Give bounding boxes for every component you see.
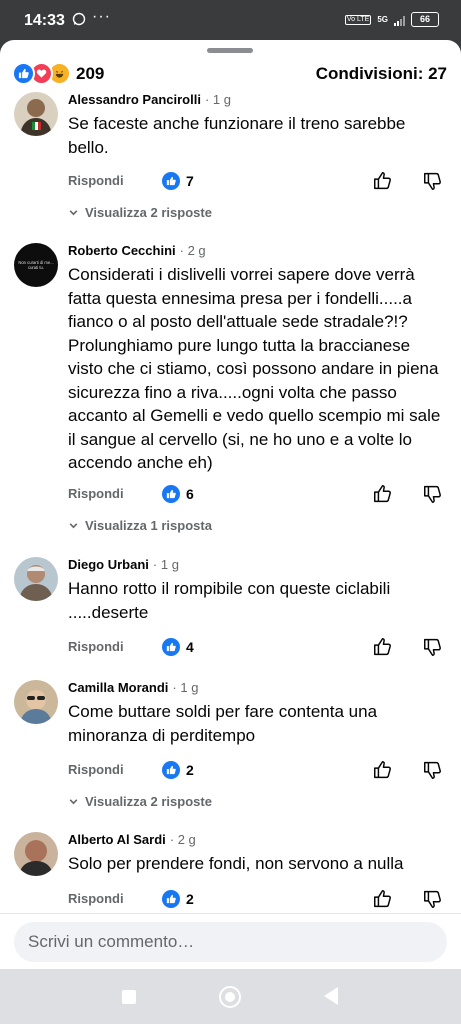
like-count-value: 4 xyxy=(186,639,194,655)
like-reaction-icon xyxy=(12,62,35,85)
comment-like-count[interactable]: 6 xyxy=(162,485,194,503)
like-icon xyxy=(162,761,180,779)
volte-icon: Vo LTE xyxy=(344,14,372,25)
reply-button[interactable]: Rispondi xyxy=(68,891,124,906)
back-button[interactable] xyxy=(324,987,338,1005)
svg-text:curati tu.: curati tu. xyxy=(28,265,44,270)
avatar[interactable] xyxy=(14,92,58,136)
comment-text: Solo per prendere fondi, non servono a n… xyxy=(68,854,404,873)
home-button[interactable] xyxy=(219,986,241,1008)
comment-like-count[interactable]: 7 xyxy=(162,172,194,190)
signal-icon xyxy=(394,14,405,26)
thumbs-down-icon[interactable] xyxy=(422,888,444,910)
status-time: 14:33 xyxy=(24,12,65,29)
shares-count[interactable]: Condivisioni: 27 xyxy=(316,64,447,84)
view-replies-button[interactable]: Visualizza 2 risposte xyxy=(68,205,212,220)
thumbs-up-icon[interactable] xyxy=(372,636,394,658)
system-navigation-bar xyxy=(0,969,461,1024)
comment-like-count[interactable]: 2 xyxy=(162,890,194,908)
comment-time: · 2 g xyxy=(179,243,206,258)
avatar[interactable] xyxy=(14,832,58,876)
comment-text: Hanno rotto il rompibile con queste cicl… xyxy=(68,579,391,622)
avatar[interactable]: Non curarti di me... curati tu. xyxy=(14,243,58,287)
comment-author[interactable]: Alberto Al Sardi xyxy=(68,832,166,847)
status-icons: Vo LTE 5G 66 xyxy=(344,12,439,27)
view-replies-button[interactable]: Visualizza 2 risposte xyxy=(68,794,212,809)
comment-time: · 1 g xyxy=(172,680,199,695)
comment-time: · 1 g xyxy=(152,557,179,572)
comment-text: Considerati i dislivelli vorrei sapere d… xyxy=(68,265,441,472)
like-icon xyxy=(162,890,180,908)
avatar[interactable] xyxy=(14,680,58,724)
network-type: 5G xyxy=(377,15,388,24)
thumbs-down-icon[interactable] xyxy=(422,483,444,505)
comment-time: · 2 g xyxy=(169,832,196,847)
reply-button[interactable]: Rispondi xyxy=(68,173,124,188)
comment-like-count[interactable]: 4 xyxy=(162,638,194,656)
thumbs-down-icon[interactable] xyxy=(422,170,444,192)
status-bar: 14:33 ··· Vo LTE 5G 66 xyxy=(0,0,461,40)
reply-button[interactable]: Rispondi xyxy=(68,762,124,777)
reaction-count: 209 xyxy=(76,63,105,83)
reply-button[interactable]: Rispondi xyxy=(68,639,124,654)
thumbs-up-icon[interactable] xyxy=(372,759,394,781)
like-icon xyxy=(162,485,180,503)
like-count-value: 7 xyxy=(186,173,194,189)
comment-composer[interactable] xyxy=(14,922,447,962)
avatar[interactable] xyxy=(14,557,58,601)
thumbs-down-icon[interactable] xyxy=(422,636,444,658)
comment-author[interactable]: Camilla Morandi xyxy=(68,680,168,695)
chevron-down-icon xyxy=(69,799,78,805)
comments-sheet: 209 Condivisioni: 27 Alessandro Pancirol… xyxy=(0,40,461,969)
battery-icon: 66 xyxy=(411,12,439,27)
thumbs-up-icon[interactable] xyxy=(372,170,394,192)
view-replies-label: Visualizza 1 risposta xyxy=(85,518,212,533)
more-notifications-icon: ··· xyxy=(92,8,111,25)
like-count-value: 6 xyxy=(186,486,194,502)
comment-author[interactable]: Roberto Cecchini xyxy=(68,243,176,258)
comment-text: Come buttare soldi per fare contenta una… xyxy=(68,702,378,745)
reply-button[interactable]: Rispondi xyxy=(68,486,124,501)
recents-button[interactable] xyxy=(122,990,136,1004)
chevron-down-icon xyxy=(69,523,78,529)
like-count-value: 2 xyxy=(186,762,194,778)
like-count-value: 2 xyxy=(186,891,194,907)
chevron-down-icon xyxy=(69,210,78,216)
thumbs-up-icon[interactable] xyxy=(372,483,394,505)
comment-time: · 1 g xyxy=(204,92,231,107)
like-icon xyxy=(162,172,180,190)
like-icon xyxy=(162,638,180,656)
thumbs-down-icon[interactable] xyxy=(422,759,444,781)
view-replies-label: Visualizza 2 risposte xyxy=(85,205,212,220)
sheet-drag-handle[interactable] xyxy=(207,48,253,53)
comment-author[interactable]: Alessandro Pancirolli xyxy=(68,92,201,107)
comment-like-count[interactable]: 2 xyxy=(162,761,194,779)
composer-divider xyxy=(0,913,461,914)
whatsapp-icon xyxy=(72,12,86,26)
reactions-summary[interactable]: 209 xyxy=(12,62,104,85)
comment-input[interactable] xyxy=(14,922,447,962)
comment-text: Se faceste anche funzionare il treno sar… xyxy=(68,114,406,157)
thumbs-up-icon[interactable] xyxy=(372,888,394,910)
view-replies-label: Visualizza 2 risposte xyxy=(85,794,212,809)
view-replies-button[interactable]: Visualizza 1 risposta xyxy=(68,518,212,533)
comment-author[interactable]: Diego Urbani xyxy=(68,557,149,572)
